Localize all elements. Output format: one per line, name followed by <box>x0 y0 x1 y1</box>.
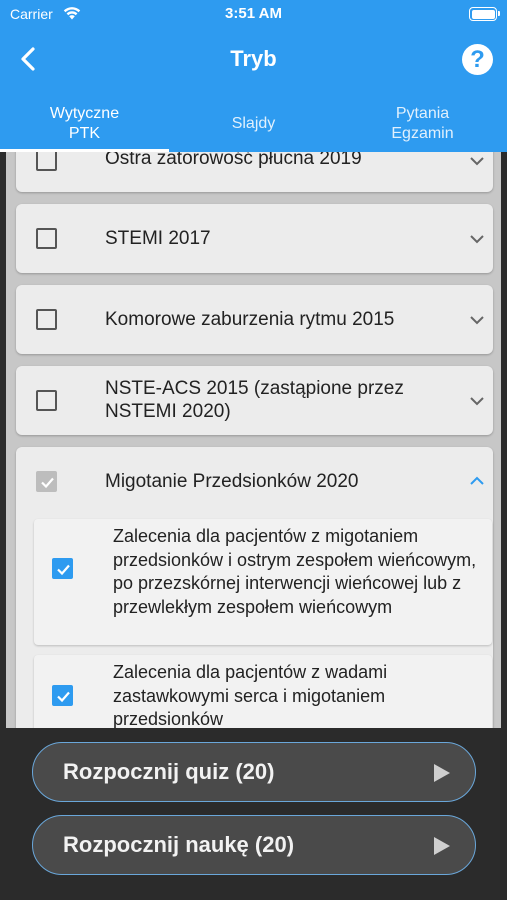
guideline-label: Ostra zatorowość płucna 2019 <box>105 152 362 169</box>
page-title: Tryb <box>230 46 277 71</box>
guidelines-list[interactable]: Ostra zatorowość płucna 2019 STEMI 2017 … <box>6 152 501 728</box>
guideline-label: NSTE-ACS 2015 (zastąpione przez NSTEMI 2… <box>105 378 404 422</box>
checkbox[interactable] <box>36 228 57 249</box>
start-quiz-label: Rozpocznij quiz (20) <box>63 759 275 784</box>
checkbox[interactable] <box>36 390 57 411</box>
play-icon <box>434 837 450 855</box>
start-quiz-button[interactable]: Rozpocznij quiz (20) <box>32 742 476 802</box>
tab-exam-questions[interactable]: Pytania Egzamin <box>338 96 507 152</box>
subitem-label: Zalecenia dla pacjentów z wadami zastawk… <box>113 662 388 728</box>
subitem[interactable]: Zalecenia dla pacjentów z wadami zastawk… <box>34 655 492 728</box>
help-icon[interactable]: ? <box>462 44 493 75</box>
checkbox-checked[interactable] <box>52 558 73 579</box>
subitem[interactable]: Zalecenia dla pacjentów z migotaniem prz… <box>34 519 492 645</box>
guideline-label: Migotanie Przedsionków 2020 <box>105 471 359 492</box>
checkbox-checked[interactable] <box>52 685 73 706</box>
chevron-up-icon[interactable] <box>469 476 485 486</box>
tab-bar: Wytyczne PTK Slajdy Pytania Egzamin <box>0 96 507 152</box>
status-time: 3:51 AM <box>225 5 282 22</box>
tab-slides[interactable]: Slajdy <box>169 96 338 152</box>
list-item[interactable]: NSTE-ACS 2015 (zastąpione przez NSTEMI 2… <box>16 366 493 435</box>
chevron-down-icon[interactable] <box>469 396 485 406</box>
guideline-label: Komorowe zaburzenia rytmu 2015 <box>105 309 395 330</box>
status-bar: Carrier 3:51 AM <box>0 0 507 30</box>
guideline-label: STEMI 2017 <box>105 228 211 249</box>
list-item[interactable]: STEMI 2017 <box>16 204 493 273</box>
list-item[interactable]: Komorowe zaburzenia rytmu 2015 <box>16 285 493 354</box>
bottom-actions: Rozpocznij quiz (20) Rozpocznij naukę (2… <box>0 728 507 900</box>
play-icon <box>434 764 450 782</box>
checkbox-checked[interactable] <box>36 471 57 492</box>
chevron-down-icon[interactable] <box>469 315 485 325</box>
tab-guidelines[interactable]: Wytyczne PTK <box>0 96 169 152</box>
start-learning-label: Rozpocznij naukę (20) <box>63 832 295 857</box>
subitem-label: Zalecenia dla pacjentów z migotaniem prz… <box>113 526 477 617</box>
start-learning-button[interactable]: Rozpocznij naukę (20) <box>32 815 476 875</box>
chevron-down-icon[interactable] <box>469 234 485 244</box>
checkbox[interactable] <box>36 309 57 330</box>
chevron-down-icon[interactable] <box>469 156 485 166</box>
app-header: Carrier 3:51 AM Tryb ? Wytyczne PTK Slaj… <box>0 0 507 152</box>
checkbox[interactable] <box>36 152 57 171</box>
battery-icon <box>469 7 500 21</box>
list-item[interactable]: Ostra zatorowość płucna 2019 <box>16 152 493 192</box>
